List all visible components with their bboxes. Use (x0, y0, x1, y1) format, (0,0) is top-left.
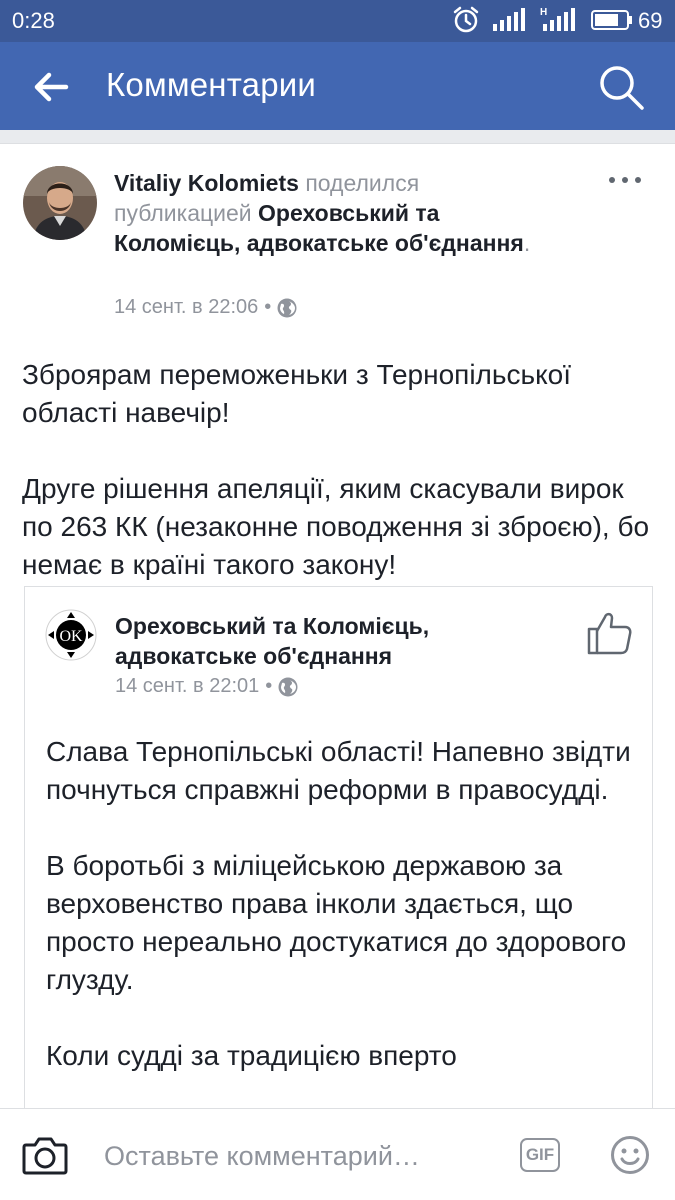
shared-meta: 14 сент. в 22:01 • (115, 675, 298, 698)
meta-separator: • (265, 675, 273, 697)
signal-icon (493, 8, 525, 31)
globe-icon (277, 298, 297, 317)
shared-page-name[interactable]: Ореховський та Коломієць, адвокатське об… (115, 611, 495, 671)
page-logo[interactable]: OK (45, 609, 97, 661)
status-bar: 0:28 H 69 (0, 0, 675, 42)
shared-paragraph: Коли судді за традицією вперто (46, 1040, 457, 1071)
comment-bar: GIF (0, 1108, 675, 1200)
post-text: Зброярам переможеньки з Тернопільської о… (22, 356, 652, 622)
battery-icon (591, 10, 632, 30)
svg-text:H: H (540, 7, 547, 18)
post-card: Vitaliy Kolomiets поделился публикацией … (0, 143, 675, 1113)
svg-text:OK: OK (59, 628, 83, 645)
author-avatar[interactable] (23, 166, 97, 240)
page-title: Комментарии (106, 66, 317, 103)
search-icon[interactable] (596, 62, 646, 112)
shared-paragraph: Слава Тернопільські області! Напевно зві… (46, 736, 631, 805)
globe-icon (278, 677, 298, 696)
header-period: . (523, 230, 531, 256)
more-options-icon[interactable] (607, 174, 643, 186)
author-name[interactable]: Vitaliy Kolomiets (114, 170, 299, 196)
post-timestamp[interactable]: 14 сент. в 22:06 (114, 296, 258, 319)
signal-h-icon: H (540, 7, 575, 31)
shared-paragraph: В боротьбі з міліцейською державою за ве… (46, 850, 627, 995)
post-header: Vitaliy Kolomiets поделился публикацией … (114, 168, 534, 258)
shared-post-text: Слава Тернопільські області! Напевно зві… (46, 733, 636, 1113)
post-meta: 14 сент. в 22:06 • (114, 296, 297, 319)
battery-level: 69 (638, 8, 663, 33)
back-arrow-icon[interactable] (30, 66, 72, 108)
post-paragraph: Друге рішення апеляції, яким скасували в… (22, 473, 650, 580)
like-icon[interactable] (585, 609, 633, 657)
post-paragraph: Зброярам переможеньки з Тернопільської о… (22, 359, 571, 428)
shared-post[interactable]: OK Ореховський та Коломієць, адвокатське… (24, 586, 653, 1113)
smile-icon[interactable] (610, 1135, 650, 1175)
meta-separator: • (264, 296, 272, 318)
app-bar: Комментарии (0, 42, 675, 130)
shared-timestamp[interactable]: 14 сент. в 22:01 (115, 675, 259, 698)
camera-icon[interactable] (22, 1135, 68, 1175)
status-time: 0:28 (12, 8, 55, 33)
comment-input[interactable] (104, 1139, 484, 1173)
alarm-icon (453, 6, 479, 33)
gif-icon[interactable]: GIF (520, 1138, 560, 1172)
